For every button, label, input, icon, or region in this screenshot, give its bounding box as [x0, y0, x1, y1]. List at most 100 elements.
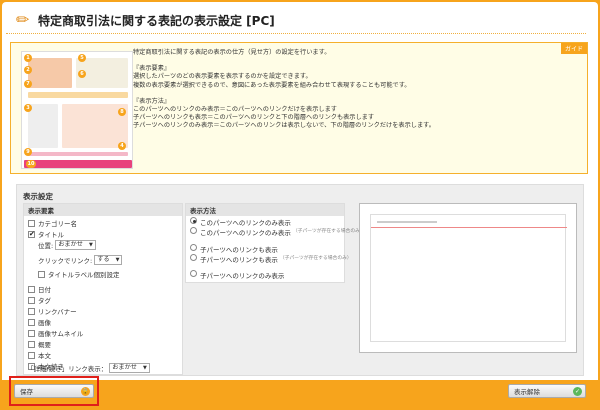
thumb-block — [28, 58, 72, 88]
checkbox[interactable] — [28, 219, 35, 227]
checkbox[interactable] — [28, 340, 35, 348]
hide-display-button[interactable]: 表示解除 ✓ — [508, 384, 586, 398]
summary-option[interactable]: 概要 — [28, 339, 51, 349]
display-method-column: 表示方法 このパーツへのリンクのみ表示 このパーツへのリンクのみ表示 （子パーツ… — [185, 203, 365, 283]
guide-intro: 特定商取引法に関する表記の表示の仕方（見せ方）の設定を行います。 — [133, 49, 331, 56]
option-label: 本文 — [38, 352, 51, 360]
title-bar: ✏ 特定商取引法に関する表記の表示設定 [PC] — [6, 8, 586, 34]
method-option-parts-only-child[interactable]: このパーツへのリンクのみ表示 （子パーツが存在する場合のみ） — [190, 227, 365, 237]
guide-panel: ガイド 1 2 5 6 7 3 8 4 9 10 特定商取引法に関する表記の表示… — [10, 42, 588, 174]
detail-link-label: 「詳細/続き」リンク表示： — [27, 365, 108, 373]
click-link-select[interactable]: する ▼ — [94, 255, 123, 265]
option-label: リンクバナー — [38, 308, 77, 316]
checkbox[interactable] — [28, 230, 35, 238]
settings-window: ✏ 特定商取引法に関する表記の表示設定 [PC] ガイド 1 2 5 6 7 3… — [2, 2, 598, 408]
click-link-setting: クリックでリンク: する ▼ — [38, 255, 123, 265]
option-label: 画像 — [38, 319, 51, 327]
thumb-number: 7 — [24, 80, 32, 88]
checkbox[interactable] — [28, 318, 35, 326]
chevron-down-icon: ▼ — [88, 242, 93, 248]
radio[interactable] — [190, 217, 197, 224]
pencil-icon: ✏ — [16, 10, 30, 29]
guide-text-line: 選択したパーツのどの表示要素を表示するのかを設定できます。 — [133, 73, 312, 81]
check-icon: ✓ — [573, 387, 582, 396]
guide-text-line: 複数の表示要素が選択できるので、意図にあった表示要素を組み合わせて表現することも… — [133, 81, 411, 89]
option-label: このパーツへのリンクのみ表示 — [200, 229, 291, 237]
position-label: 位置: — [38, 242, 54, 250]
radio[interactable] — [190, 244, 197, 251]
checkbox[interactable] — [28, 296, 35, 304]
thumb-number: 4 — [118, 142, 126, 150]
thumb-number: 5 — [78, 54, 86, 62]
thumb-number: 1 — [24, 54, 32, 62]
thumb-block — [28, 152, 128, 156]
radio[interactable] — [190, 254, 197, 261]
select-value: おまかせ — [58, 241, 83, 248]
link-banner-option[interactable]: リンクバナー — [28, 306, 77, 316]
category-name-option[interactable]: カテゴリー名 — [28, 218, 77, 228]
hide-label: 表示解除 — [514, 388, 540, 396]
display-settings-panel: 表示設定 表示要素 カテゴリー名 タイトル 位置: おまかせ ▼ クリックでリンク… — [16, 184, 584, 376]
thumb-number: 2 — [24, 66, 32, 74]
detail-link-setting: 「詳細/続き」リンク表示： おまかせ ▼ — [27, 363, 150, 373]
guide-layout-thumbnail: 1 2 5 6 7 3 8 4 9 10 — [21, 51, 133, 169]
checkbox[interactable] — [38, 270, 45, 278]
option-label: カテゴリー名 — [38, 220, 77, 228]
option-label: 画像サムネイル — [38, 330, 84, 338]
guide-text-line: 子パーツへのリンクのみ表示＝このパーツへのリンクは表示しないで、下の階層のリンク… — [133, 122, 435, 130]
select-value: おまかせ — [112, 364, 137, 371]
option-label: タグ — [38, 297, 51, 305]
option-label: 子パーツへのリンクも表示 — [200, 256, 278, 264]
preview-placeholder-text — [377, 221, 437, 223]
layout-preview — [359, 203, 577, 353]
option-label: 概要 — [38, 341, 51, 349]
method-heading: 表示方法 — [186, 204, 344, 216]
page-title: 特定商取引法に関する表記の表示設定 [PC] — [38, 14, 275, 28]
checkbox[interactable] — [28, 307, 35, 315]
body-option[interactable]: 本文 — [28, 350, 51, 360]
method-option-include-children-exist[interactable]: 子パーツへのリンクも表示 （子パーツが存在する場合のみ） — [190, 254, 352, 264]
method-option-parts-only[interactable]: このパーツへのリンクのみ表示 — [190, 217, 291, 227]
thumb-number: 9 — [24, 148, 32, 156]
title-option[interactable]: タイトル — [28, 229, 64, 239]
checkbox[interactable] — [28, 351, 35, 359]
thumb-number: 3 — [24, 104, 32, 112]
option-note: （子パーツが存在する場合のみ） — [279, 256, 352, 261]
display-elements-column: 表示要素 カテゴリー名 タイトル 位置: おまかせ ▼ クリックでリンク: する ▼… — [23, 203, 183, 375]
title-label-setting-option[interactable]: タイトルラベル個別設定 — [38, 269, 120, 279]
settings-title: 表示設定 — [23, 192, 53, 201]
image-thumbnail-option[interactable]: 画像サムネイル — [28, 328, 83, 338]
image-option[interactable]: 画像 — [28, 317, 51, 327]
thumb-number: 6 — [78, 70, 86, 78]
method-option-include-children[interactable]: 子パーツへのリンクも表示 — [190, 244, 278, 254]
chevron-down-icon: ▼ — [142, 365, 147, 371]
select-value: する — [97, 256, 110, 263]
date-option[interactable]: 日付 — [28, 284, 51, 294]
preview-canvas — [370, 214, 567, 342]
method-option-children-only[interactable]: 子パーツへのリンクのみ表示 — [190, 270, 284, 280]
option-note: （子パーツが存在する場合のみ） — [292, 229, 365, 234]
position-select[interactable]: おまかせ ▼ — [55, 240, 96, 250]
option-label: 子パーツへのリンクも表示 — [200, 246, 278, 254]
elements-heading: 表示要素 — [24, 204, 182, 216]
position-setting: 位置: おまかせ ▼ — [38, 240, 96, 250]
option-label: 子パーツへのリンクのみ表示 — [200, 272, 285, 280]
thumb-number: 10 — [26, 160, 36, 168]
checkbox[interactable] — [28, 285, 35, 293]
thumb-block — [24, 160, 132, 168]
save-highlight-box — [9, 376, 99, 406]
checkbox[interactable] — [28, 329, 35, 337]
tag-option[interactable]: タグ — [28, 295, 51, 305]
option-label: このパーツへのリンクのみ表示 — [200, 219, 291, 227]
radio[interactable] — [190, 227, 197, 234]
chevron-down-icon: ▼ — [115, 257, 120, 263]
guide-method-heading: 『表示方法』 — [133, 97, 171, 105]
preview-divider — [371, 227, 567, 228]
click-link-label: クリックでリンク: — [38, 257, 93, 265]
thumb-block — [28, 92, 128, 98]
option-label: タイトル — [38, 231, 64, 239]
option-label: タイトルラベル個別設定 — [48, 271, 120, 279]
detail-link-select[interactable]: おまかせ ▼ — [109, 363, 150, 373]
radio[interactable] — [190, 270, 197, 277]
guide-description: 特定商取引法に関する表記の表示の仕方（見せ方）の設定を行います。 『表示要素』 … — [133, 49, 573, 131]
